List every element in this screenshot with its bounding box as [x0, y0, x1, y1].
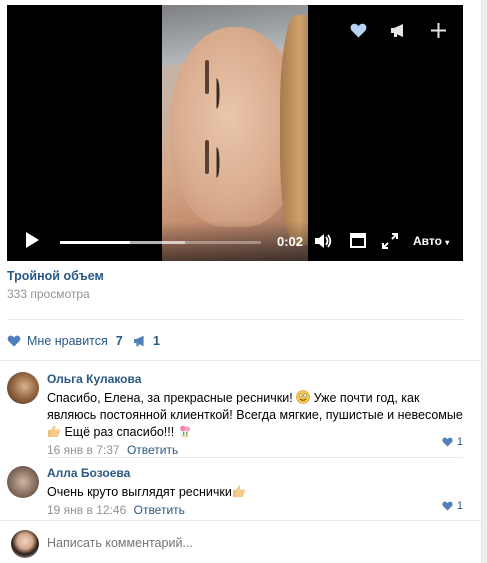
repost-count: 1: [153, 334, 160, 348]
comment-composer: [7, 528, 463, 560]
chevron-down-icon: ▾: [445, 238, 450, 247]
comment-item: Ольга Кулакова Спасибо, Елена, за прекра…: [7, 372, 463, 457]
reply-button[interactable]: Ответить: [127, 443, 178, 457]
megaphone-icon[interactable]: [389, 21, 407, 39]
comment-input[interactable]: [47, 536, 427, 550]
repost-button[interactable]: 1: [133, 334, 160, 348]
comment-date[interactable]: 19 янв в 12:46: [47, 503, 126, 517]
quality-selector[interactable]: Авто ▾: [413, 234, 449, 248]
play-icon[interactable]: [25, 232, 39, 251]
video-title[interactable]: Тройной объем: [7, 269, 104, 283]
comment-meta: 16 янв в 7:37 Ответить: [47, 443, 467, 458]
miniplayer-icon[interactable]: [350, 233, 366, 251]
divider: [47, 457, 463, 458]
progress-bar[interactable]: [60, 241, 261, 244]
time-display: 0:02: [277, 234, 304, 249]
comment-like-button[interactable]: 1: [442, 436, 463, 448]
thumbs-up-emoji-icon: [48, 425, 61, 437]
player-top-actions: [349, 21, 447, 39]
fullscreen-icon[interactable]: [382, 233, 398, 252]
heart-icon[interactable]: [349, 21, 367, 39]
flowers-emoji-icon: [179, 425, 190, 438]
avatar[interactable]: [7, 372, 39, 404]
comment-like-count: 1: [456, 500, 463, 512]
comment-like-button[interactable]: 1: [442, 500, 463, 512]
avatar[interactable]: [7, 466, 39, 498]
comment-like-count: 1: [456, 436, 463, 448]
divider: [7, 319, 463, 320]
comment-author[interactable]: Алла Бозоева: [47, 466, 467, 481]
comment-date[interactable]: 16 янв в 7:37: [47, 443, 120, 457]
like-button[interactable]: Мне нравится 7: [7, 334, 123, 348]
heart-icon: [442, 437, 453, 447]
scrollbar[interactable]: [481, 0, 487, 563]
heart-icon: [442, 501, 453, 511]
quality-label: Авто: [413, 234, 442, 248]
divider: [0, 520, 481, 521]
megaphone-icon: [134, 335, 144, 347]
video-page: 0:02 Авто ▾ Тройной объем 333 просмотра …: [0, 0, 481, 563]
video-views: 333 просмотра: [7, 287, 90, 301]
comment-item: Алла Бозоева Очень круто выглядят реснич…: [7, 466, 463, 517]
heart-icon: [7, 335, 21, 347]
comment-meta: 19 янв в 12:46 Ответить: [47, 503, 467, 518]
avatar[interactable]: [11, 530, 39, 558]
volume-icon[interactable]: [315, 233, 333, 252]
divider: [0, 360, 481, 361]
like-count: 7: [115, 334, 123, 348]
comment-text: Очень круто выглядят реснички: [47, 484, 467, 501]
reply-button[interactable]: Ответить: [134, 503, 185, 517]
plus-icon[interactable]: [429, 21, 447, 39]
smile-emoji-icon: [296, 390, 310, 404]
video-player[interactable]: 0:02 Авто ▾: [7, 5, 463, 261]
player-controls: 0:02 Авто ▾: [7, 221, 463, 261]
comment-text: Спасибо, Елена, за прекрасные реснички! …: [47, 390, 463, 439]
thumbs-up-emoji-icon: [232, 485, 245, 497]
comment-author[interactable]: Ольга Кулакова: [47, 372, 467, 387]
like-label: Мне нравится: [27, 334, 108, 348]
